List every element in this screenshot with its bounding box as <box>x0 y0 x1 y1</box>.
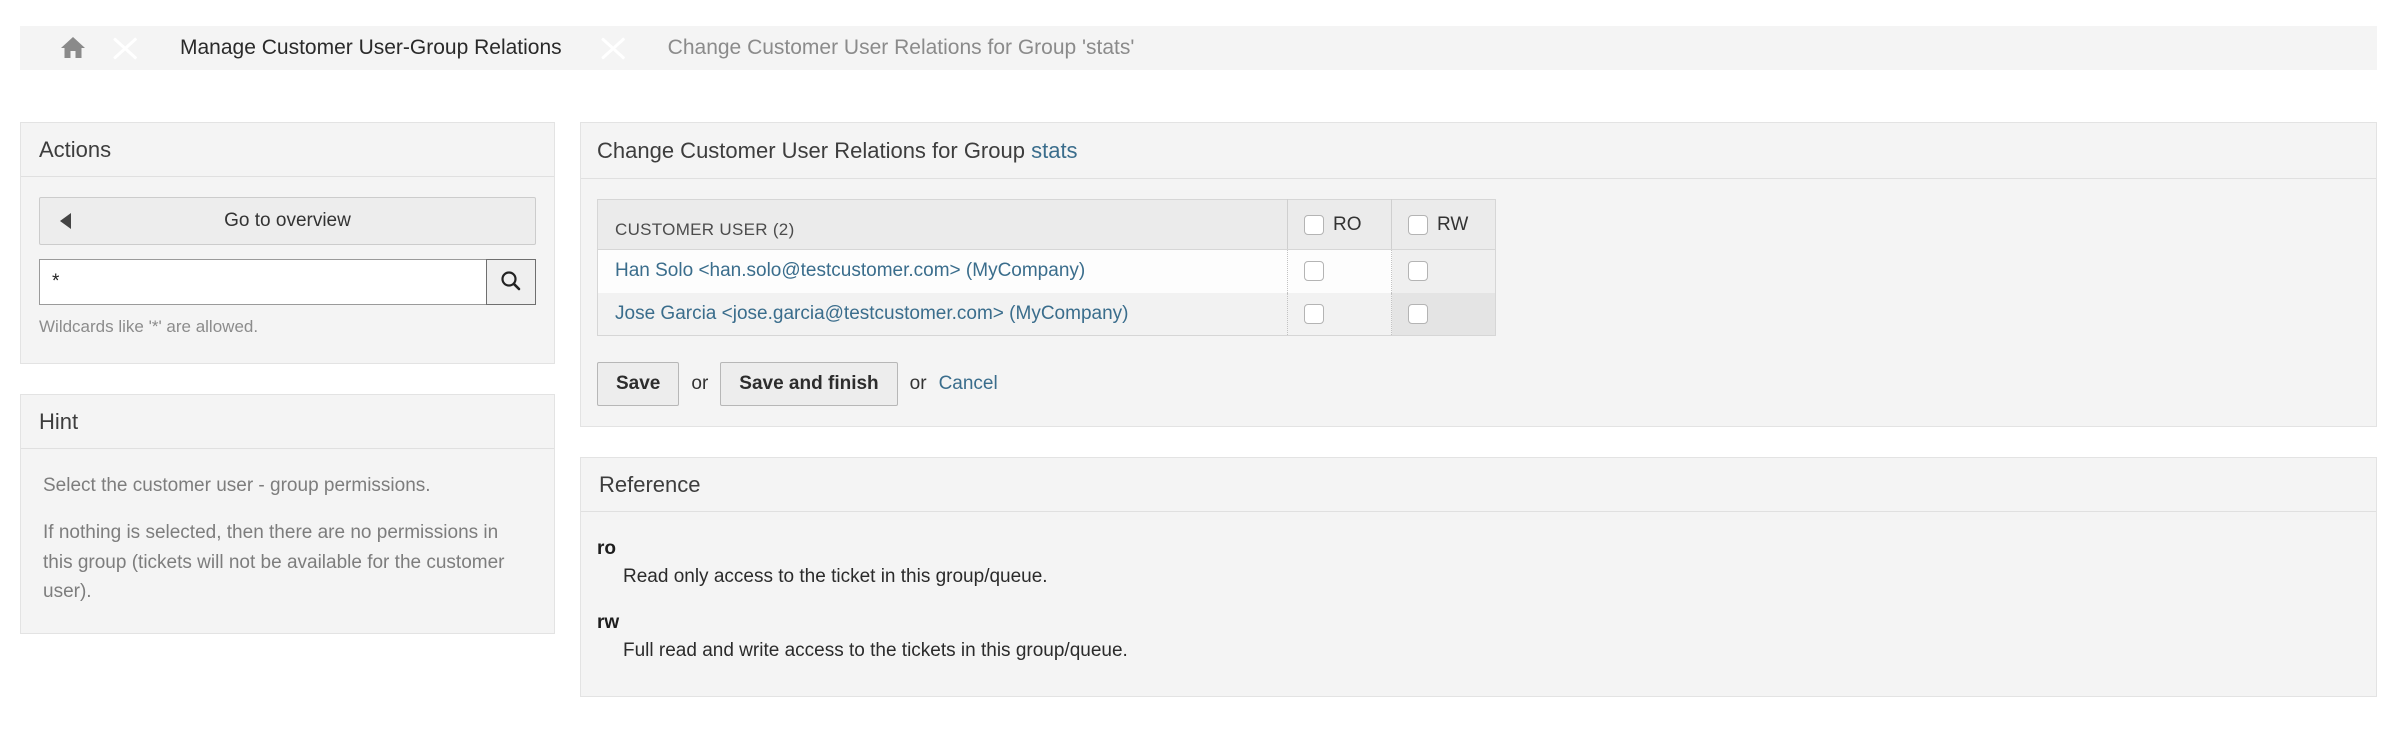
actions-panel-body: Go to overview Wildcards like '*' are al… <box>21 177 554 363</box>
cancel-link[interactable]: Cancel <box>939 373 998 395</box>
search-row <box>39 259 536 305</box>
triangle-left-icon <box>60 213 71 229</box>
column-header-ro-label: RO <box>1333 214 1362 236</box>
reference-panel-title: Reference <box>581 458 2376 512</box>
breadcrumb-separator-1 <box>108 26 146 70</box>
hint-panel: Hint Select the customer user - group pe… <box>20 394 555 634</box>
row-ro-cell <box>1288 293 1392 336</box>
actions-panel-title: Actions <box>21 123 554 177</box>
actions-panel: Actions Go to overview Wildcards like ' <box>20 122 555 364</box>
select-all-rw-checkbox[interactable] <box>1408 215 1428 235</box>
page-title: Change Customer User Relations for Group… <box>581 123 2376 179</box>
column-header-customer-user: CUSTOMER USER (2) <box>598 200 1288 250</box>
or-separator: or <box>691 373 708 395</box>
customer-user-link[interactable]: Han Solo <han.solo@testcustomer.com> (My… <box>598 250 1288 293</box>
breadcrumb: Manage Customer User-Group Relations Cha… <box>20 26 2377 70</box>
reference-panel-body: ro Read only access to the ticket in thi… <box>581 512 2376 696</box>
row-rw-cell <box>1392 293 1496 336</box>
row-rw-cell <box>1392 250 1496 293</box>
row-rw-checkbox[interactable] <box>1408 304 1428 324</box>
row-rw-checkbox[interactable] <box>1408 261 1428 281</box>
reference-panel: Reference ro Read only access to the tic… <box>580 457 2377 697</box>
form-actions: Save or Save and finish or Cancel <box>597 362 2360 406</box>
column-header-ro: RO <box>1288 200 1392 250</box>
group-link[interactable]: stats <box>1031 138 1077 163</box>
column-header-rw-label: RW <box>1437 214 1468 236</box>
breadcrumb-item-label: Change Customer User Relations for Group… <box>668 36 1135 60</box>
breadcrumb-item-manage-relations[interactable]: Manage Customer User-Group Relations <box>146 26 596 70</box>
table-header-row: CUSTOMER USER (2) RO RW <box>598 200 1496 250</box>
customer-user-relations-table: CUSTOMER USER (2) RO RW <box>597 199 1496 336</box>
relations-panel: Change Customer User Relations for Group… <box>580 122 2377 427</box>
wildcard-note: Wildcards like '*' are allowed. <box>39 317 536 337</box>
hint-panel-body: Select the customer user - group permiss… <box>21 449 554 633</box>
row-ro-checkbox[interactable] <box>1304 261 1324 281</box>
breadcrumb-item-label: Manage Customer User-Group Relations <box>180 36 562 60</box>
table-row: Jose Garcia <jose.garcia@testcustomer.co… <box>598 293 1496 336</box>
search-icon <box>499 269 523 296</box>
select-all-ro-checkbox[interactable] <box>1304 215 1324 235</box>
save-and-finish-button[interactable]: Save and finish <box>720 362 897 406</box>
search-submit-button[interactable] <box>486 259 536 305</box>
save-button[interactable]: Save <box>597 362 679 406</box>
go-to-overview-label: Go to overview <box>224 210 351 231</box>
reference-definition-ro: Read only access to the ticket in this g… <box>623 566 2360 588</box>
page-title-text: Change Customer User Relations for Group <box>597 138 1031 163</box>
table-row: Han Solo <han.solo@testcustomer.com> (My… <box>598 250 1496 293</box>
hint-paragraph: Select the customer user - group permiss… <box>43 471 513 500</box>
hint-panel-title: Hint <box>21 395 554 449</box>
hint-paragraph: If nothing is selected, then there are n… <box>43 518 513 606</box>
or-separator: or <box>910 373 927 395</box>
search-input[interactable] <box>39 259 486 305</box>
row-ro-cell <box>1288 250 1392 293</box>
breadcrumb-item-change-relations: Change Customer User Relations for Group… <box>634 26 1169 70</box>
reference-term-rw: rw <box>597 612 2360 634</box>
row-ro-checkbox[interactable] <box>1304 304 1324 324</box>
reference-term-ro: ro <box>597 538 2360 560</box>
main-content: Change Customer User Relations for Group… <box>580 122 2377 727</box>
breadcrumb-separator-2 <box>596 26 634 70</box>
reference-definition-rw: Full read and write access to the ticket… <box>623 640 2360 662</box>
column-header-rw: RW <box>1392 200 1496 250</box>
relations-panel-body: CUSTOMER USER (2) RO RW <box>581 179 2376 426</box>
breadcrumb-home[interactable] <box>20 26 108 70</box>
home-icon <box>60 36 86 60</box>
sidebar: Actions Go to overview Wildcards like ' <box>20 122 555 664</box>
customer-user-link[interactable]: Jose Garcia <jose.garcia@testcustomer.co… <box>598 293 1288 336</box>
go-to-overview-button[interactable]: Go to overview <box>39 197 536 245</box>
